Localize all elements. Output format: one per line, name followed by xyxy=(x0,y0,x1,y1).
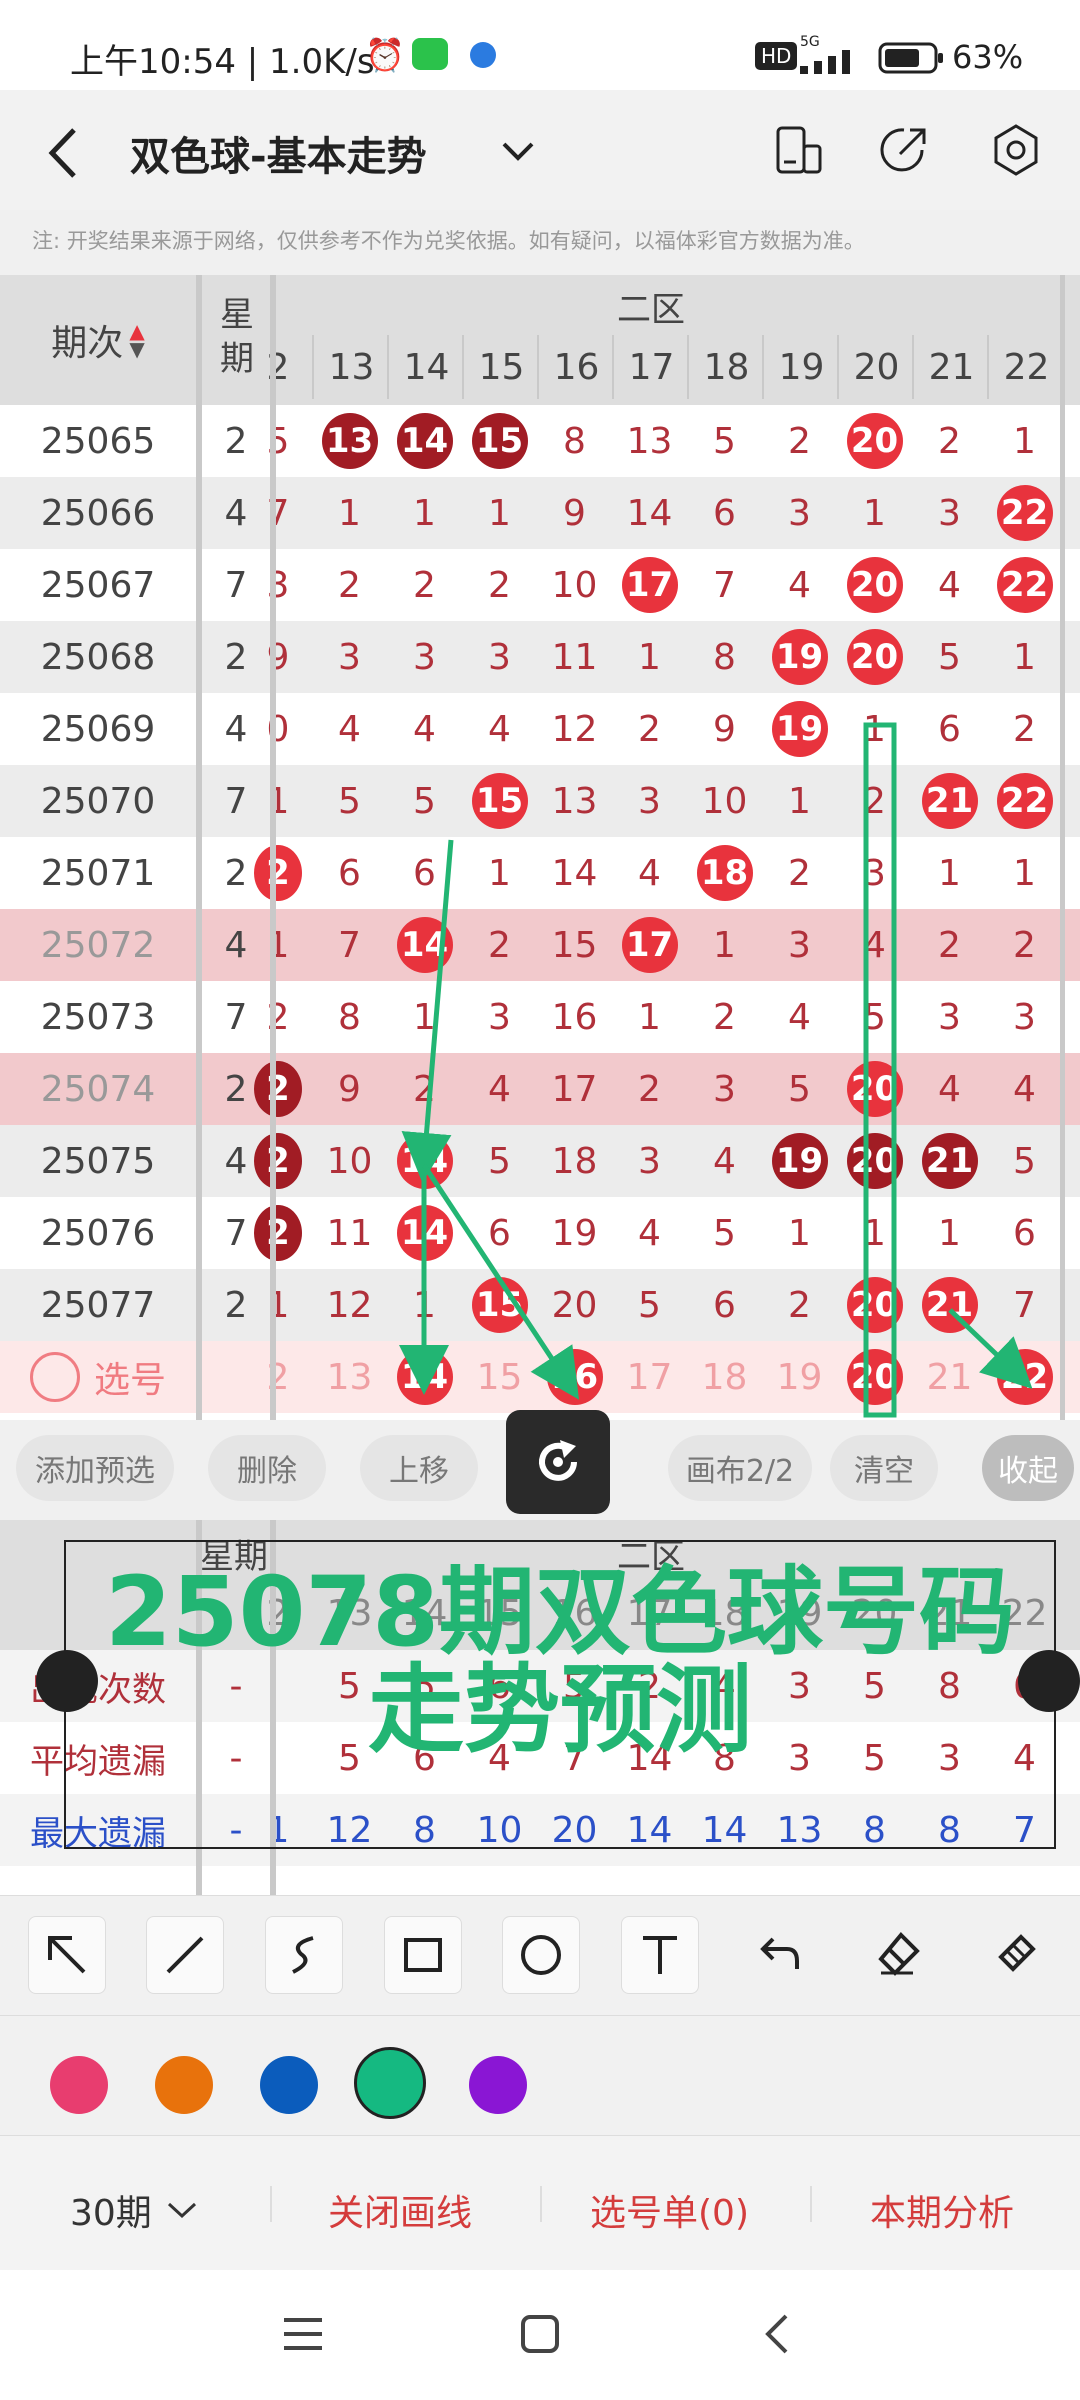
hd-icon: HD xyxy=(755,42,798,70)
color-green-selected[interactable] xyxy=(354,2047,426,2119)
app-header: 双色球-基本走势 xyxy=(0,90,1080,210)
resize-handle-left[interactable] xyxy=(36,1650,98,1712)
layout-icon[interactable] xyxy=(770,122,826,178)
trend-arrow xyxy=(401,839,454,1183)
circle-icon xyxy=(521,1935,561,1975)
rectangle-tool[interactable] xyxy=(384,1916,462,1994)
battery-icon xyxy=(878,42,943,74)
color-blue[interactable] xyxy=(260,2056,318,2114)
analysis-button[interactable]: 本期分析 xyxy=(870,2184,1014,2236)
refresh-button[interactable] xyxy=(506,1410,610,1514)
divider xyxy=(270,2186,272,2222)
wechat-icon xyxy=(412,38,448,70)
freehand-tool[interactable] xyxy=(265,1916,343,1994)
back-nav-icon[interactable] xyxy=(762,2312,792,2356)
page-title[interactable]: 双色球-基本走势 xyxy=(130,124,427,182)
toolbar-button[interactable]: 画布2/2 xyxy=(668,1435,812,1501)
line-icon xyxy=(166,1936,204,1974)
freehand-icon xyxy=(292,1936,314,1974)
status-time: 上午10:54 | 1.0K/s xyxy=(70,42,375,82)
text-icon xyxy=(643,1936,677,1974)
trend-arrow xyxy=(421,1163,580,1400)
annotation-text: 25078期双色球号码 xyxy=(105,1556,1015,1668)
undo-icon xyxy=(760,1937,799,1969)
rectangle-icon xyxy=(404,1938,442,1972)
menu-icon[interactable] xyxy=(282,2314,324,2354)
highlight-box xyxy=(863,722,897,1418)
battery-level: 63% xyxy=(952,38,1024,76)
clear-tool[interactable] xyxy=(978,1916,1054,1992)
settings-icon[interactable] xyxy=(988,122,1044,178)
color-purple[interactable] xyxy=(469,2056,527,2114)
selection-list-button[interactable]: 选号单(0) xyxy=(590,2184,749,2236)
arrow-icon xyxy=(48,1936,86,1974)
back-icon[interactable] xyxy=(44,126,84,180)
eraser-tool[interactable] xyxy=(860,1916,936,1992)
color-pink[interactable] xyxy=(50,2056,108,2114)
text-tool[interactable] xyxy=(621,1916,699,1994)
alarm-icon: ⏰ xyxy=(365,36,405,74)
collapse-button[interactable]: 收起 xyxy=(982,1435,1074,1501)
drawing-toolbar xyxy=(0,1895,1080,2016)
chevron-down-icon[interactable] xyxy=(500,140,536,164)
trend-arrow xyxy=(948,1308,1033,1389)
system-nav-bar xyxy=(0,2270,1080,2400)
drawing-layer xyxy=(399,722,1033,1418)
toolbar-button[interactable]: 添加预选 xyxy=(16,1435,174,1501)
annotation-text: 走势预测 xyxy=(368,1654,752,1766)
close-draw-button[interactable]: 关闭画线 xyxy=(328,2184,472,2236)
toolbar-button[interactable]: 删除 xyxy=(208,1435,326,1501)
text-annotation-box[interactable]: 25078期双色球号码 走势预测 xyxy=(64,1540,1056,1849)
bottom-action-bar: 30期 关闭画线 选号单(0) 本期分析 xyxy=(0,2135,1080,2271)
trend-table[interactable]: 期次 ▲ ▼ 星期 二区 2 13 14 15 16 17 18 19 20 21 22 25065 2… xyxy=(0,275,1080,1420)
status-bar: 上午10:54 | 1.0K/s ⏰ HD 5G 63% xyxy=(0,0,1080,90)
divider xyxy=(540,2186,542,2222)
stats-panel[interactable]: 星期 二区 2 13 14 15 16 17 18 19 20 21 22 出现次数 -5 5 6 5 2 4 3… xyxy=(0,1520,1080,1895)
toolbar-button[interactable]: 清空 xyxy=(830,1435,938,1501)
refresh-icon xyxy=(539,1440,577,1481)
chevron-down-icon[interactable] xyxy=(165,2200,199,2222)
eraser-icon xyxy=(878,1932,920,1976)
divider xyxy=(810,2186,812,2222)
period-select[interactable]: 30期 xyxy=(70,2184,152,2236)
toolbar-button[interactable]: 上移 xyxy=(360,1435,478,1501)
signal-icon xyxy=(800,50,850,74)
home-icon[interactable] xyxy=(520,2314,560,2354)
arrow-tool[interactable] xyxy=(28,1916,106,1994)
app-icon xyxy=(470,42,496,68)
notice-text: 注: 开奖结果来源于网络，仅供参考不作为兑奖依据。如有疑问，以福体彩官方数据为准… xyxy=(32,229,865,253)
color-picker xyxy=(0,2015,1080,2136)
broom-icon xyxy=(998,1934,1036,1972)
circle-tool[interactable] xyxy=(502,1916,580,1994)
resize-handle-right[interactable] xyxy=(1018,1650,1080,1712)
share-icon[interactable] xyxy=(876,122,932,178)
line-tool[interactable] xyxy=(146,1916,224,1994)
undo-tool[interactable] xyxy=(740,1916,816,1992)
color-orange[interactable] xyxy=(155,2056,213,2114)
